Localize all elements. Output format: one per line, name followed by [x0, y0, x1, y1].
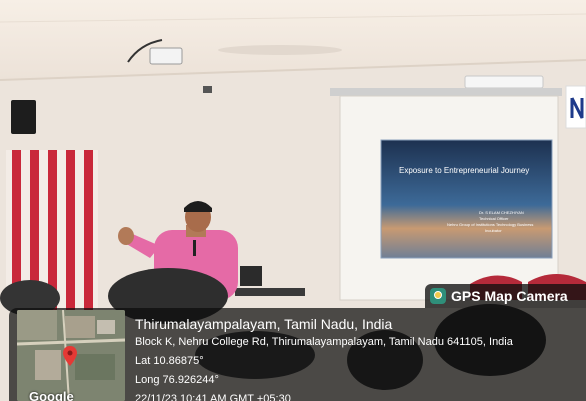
map-thumbnail: Google	[17, 310, 125, 401]
place-name: Thirumalayampalayam, Tamil Nadu, India	[135, 316, 393, 332]
slide-role: Technical Officer	[479, 216, 509, 221]
slide-presenter: Dr. S ELAM CHEZHIYAN	[479, 210, 524, 215]
stamp-text: Thirumalayampalayam, Tamil Nadu, India B…	[135, 316, 513, 401]
app-name: GPS Map Camera	[451, 288, 568, 304]
latitude: Lat 10.86875°	[135, 355, 204, 367]
slide-title: Exposure to Entrepreneurial Journey	[399, 166, 530, 175]
address: Block K, Nehru College Rd, Thirumalayamp…	[135, 336, 513, 348]
location-stamp: Google Thirumalayampalayam, Tamil Nadu, …	[9, 308, 586, 401]
gps-map-camera-icon	[430, 288, 446, 304]
slide-org-2: Incubator	[485, 228, 502, 233]
slide-org: Nehru Group of Institutions Technology B…	[447, 222, 534, 227]
gps-camera-badge: GPS Map Camera	[425, 284, 586, 308]
slide-content: Exposure to Entrepreneurial Journey Dr. …	[381, 140, 552, 258]
longitude: Long 76.926244°	[135, 374, 219, 386]
location-pin-icon	[63, 346, 77, 366]
photo-frame: Exposure to Entrepreneurial Journey Dr. …	[0, 0, 586, 401]
google-label: Google	[29, 389, 74, 401]
datetime: 22/11/23 10:41 AM GMT +05:30	[135, 393, 291, 401]
